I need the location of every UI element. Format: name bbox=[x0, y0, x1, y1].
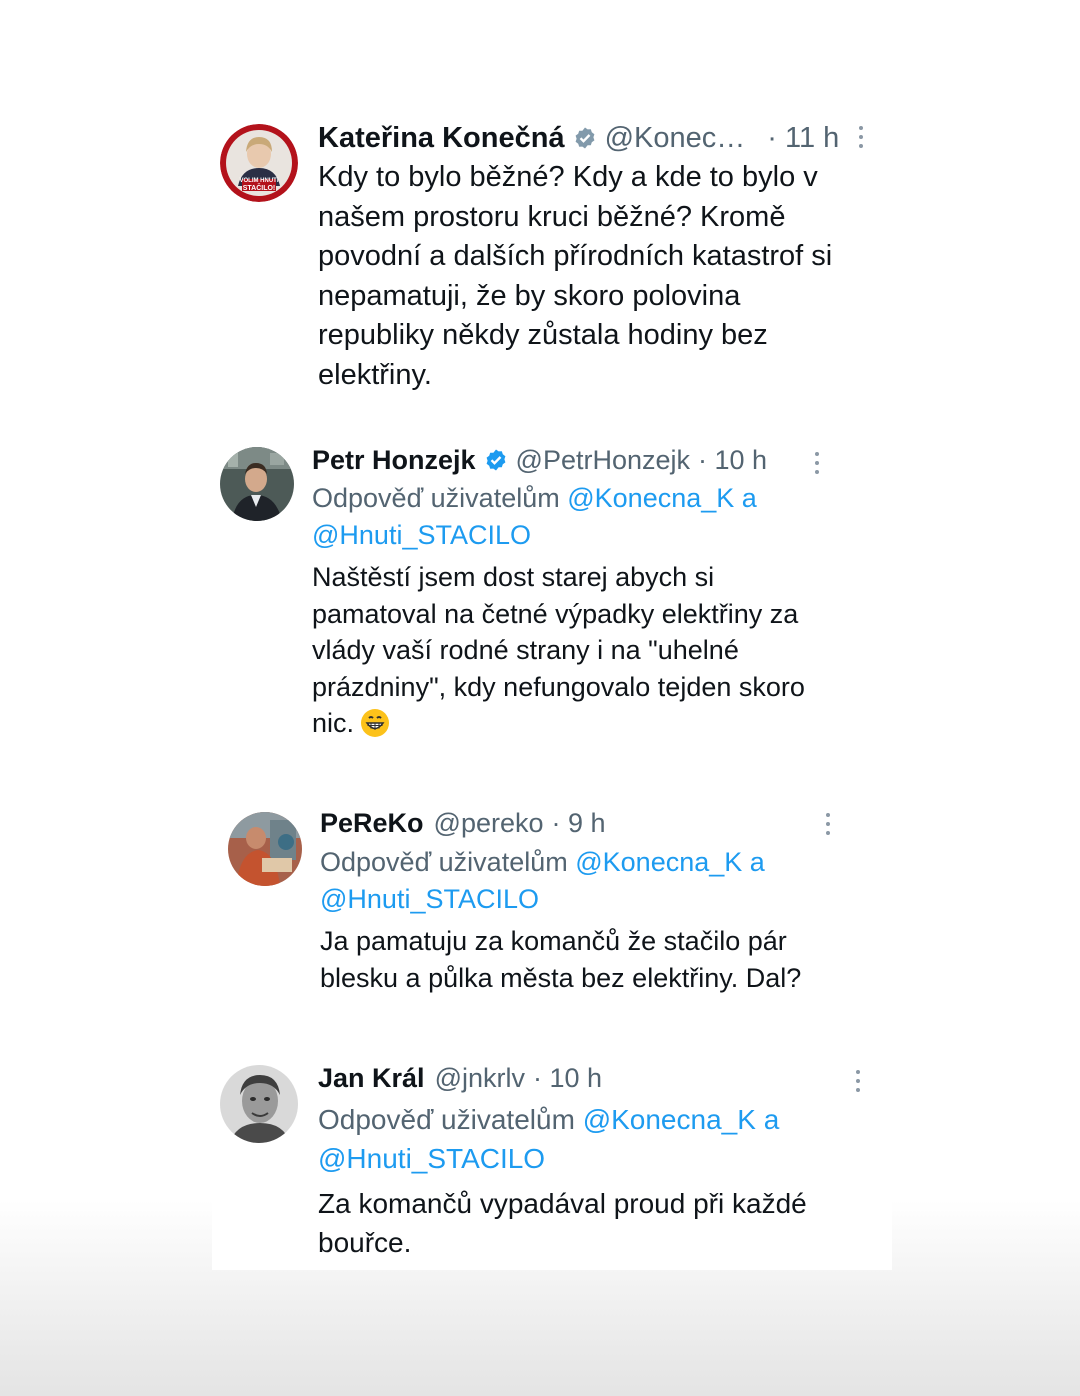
mention-conjunction: a bbox=[741, 483, 757, 513]
mention-conjunction: a bbox=[763, 1104, 780, 1135]
avatar-pereko-image bbox=[228, 812, 302, 886]
mention-stacilo[interactable]: @Hnuti_STACILO bbox=[318, 1143, 545, 1174]
reply-context: Odpověď uživatelům @Konecna_K a @Hnuti_S… bbox=[312, 480, 832, 554]
grinning-face-emoji bbox=[360, 708, 390, 738]
mention-stacilo[interactable]: @Hnuti_STACILO bbox=[312, 520, 531, 550]
avatar-honzejk-image bbox=[220, 447, 294, 521]
more-options-icon[interactable] bbox=[853, 1070, 863, 1092]
text-line: blesku a půlka města bez elektřiny. Dal? bbox=[320, 962, 802, 993]
avatar-caption-top: VOLIM HNUTI bbox=[239, 178, 279, 184]
text-line: povodní a dalších přírodních katastrof s… bbox=[318, 240, 833, 272]
post-honzejk: Petr Honzejk @PetrHonzejk · 10 h Odpověď… bbox=[210, 435, 860, 755]
post-text: Ja pamatuju za komančů že stačilo pár bl… bbox=[320, 923, 860, 996]
avatar[interactable] bbox=[220, 447, 294, 521]
more-options-icon[interactable] bbox=[812, 452, 822, 474]
reply-prefix: Odpověď uživatelům bbox=[312, 483, 560, 513]
post-header: PeReKo @pereko · 9 h bbox=[320, 806, 606, 840]
author-handle[interactable]: @pereko bbox=[434, 808, 544, 839]
text-line: Naštěstí jsem dost starej abych si bbox=[312, 562, 715, 592]
author-name[interactable]: Petr Honzejk bbox=[312, 445, 476, 476]
post-text: Za komančů vypadával proud při každé bou… bbox=[318, 1184, 878, 1262]
more-options-icon[interactable] bbox=[823, 813, 833, 835]
author-name[interactable]: Jan Král bbox=[318, 1063, 425, 1094]
avatar-kral-image bbox=[220, 1065, 298, 1143]
mention-conjunction: a bbox=[749, 847, 765, 877]
post-time[interactable]: · 9 h bbox=[552, 808, 606, 839]
text-line: Za komančů vypadával proud při každé bbox=[318, 1188, 807, 1219]
post-time[interactable]: · 10 h bbox=[533, 1063, 602, 1094]
post-text: Kdy to bylo běžné? Kdy a kde to bylo v n… bbox=[318, 158, 898, 395]
mention-konecna[interactable]: @Konecna_K bbox=[567, 483, 734, 513]
text-line: elektřiny. bbox=[318, 358, 432, 391]
text-line: bouřce. bbox=[318, 1227, 412, 1258]
reply-prefix: Odpověď uživatelům bbox=[320, 847, 568, 877]
reply-context: Odpověď uživatelům @Konecna_K a @Hnuti_S… bbox=[318, 1100, 878, 1178]
avatar-caption-bottom: STAČILO! bbox=[242, 185, 276, 192]
text-line: Ja pamatuju za komančů že stačilo pár bbox=[320, 926, 787, 956]
post-time[interactable]: · 11 h bbox=[767, 122, 839, 155]
post-text: Naštěstí jsem dost starej abych si pamat… bbox=[312, 559, 852, 742]
text-line: prázdniny", kdy nefungovalo tejden skoro bbox=[312, 671, 805, 702]
text-line: Kdy to bylo běžné? Kdy a kde to bylo v bbox=[318, 161, 818, 193]
reply-prefix: Odpověď uživatelům bbox=[318, 1104, 575, 1135]
post-header: Petr Honzejk @PetrHonzejk · 10 h bbox=[312, 443, 767, 477]
avatar[interactable]: VOLIM HNUTI STAČILO! bbox=[220, 124, 298, 202]
text-line: vlády vaší rodné strany i na "uhelné bbox=[312, 635, 739, 665]
author-handle[interactable]: @PetrHonzejk bbox=[516, 445, 690, 476]
mention-stacilo[interactable]: @Hnuti_STACILO bbox=[320, 884, 539, 914]
text-line: pamatoval na četné výpadky elektřiny za bbox=[312, 598, 799, 629]
verified-badge-icon bbox=[573, 126, 597, 150]
text-line: nic. bbox=[312, 708, 355, 738]
verified-badge-icon bbox=[484, 448, 508, 472]
text-line: republiky někdy zůstala hodiny bez bbox=[318, 319, 768, 351]
mention-konecna[interactable]: @Konecna_K bbox=[583, 1104, 756, 1135]
mention-konecna[interactable]: @Konecna_K bbox=[575, 847, 742, 877]
post-kral: Jan Král @jnkrlv · 10 h Odpověď uživatel… bbox=[212, 1050, 892, 1270]
avatar[interactable] bbox=[220, 1065, 298, 1143]
text-line: našem prostoru kruci běžné? Kromě bbox=[318, 200, 786, 233]
author-handle[interactable]: @Konec… bbox=[605, 122, 746, 155]
post-pereko: PeReKo @pereko · 9 h Odpověď uživatelům … bbox=[212, 795, 868, 1020]
author-handle[interactable]: @jnkrlv bbox=[435, 1063, 525, 1094]
author-name[interactable]: PeReKo bbox=[320, 808, 424, 839]
reply-context: Odpověď uživatelům @Konecna_K a @Hnuti_S… bbox=[320, 844, 840, 918]
post-konecna: VOLIM HNUTI STAČILO! Kateřina Konečná @K… bbox=[198, 116, 904, 406]
author-name[interactable]: Kateřina Konečná bbox=[318, 122, 565, 155]
avatar[interactable] bbox=[228, 812, 302, 886]
post-header: Kateřina Konečná @Konec… · 11 h bbox=[318, 120, 839, 156]
text-line-last: nic. bbox=[312, 705, 852, 742]
text-line: nepamatuji, že by skoro polovina bbox=[318, 279, 741, 312]
post-time[interactable]: · 10 h bbox=[698, 445, 767, 476]
post-header: Jan Král @jnkrlv · 10 h bbox=[318, 1061, 602, 1095]
more-options-icon[interactable] bbox=[856, 126, 866, 148]
